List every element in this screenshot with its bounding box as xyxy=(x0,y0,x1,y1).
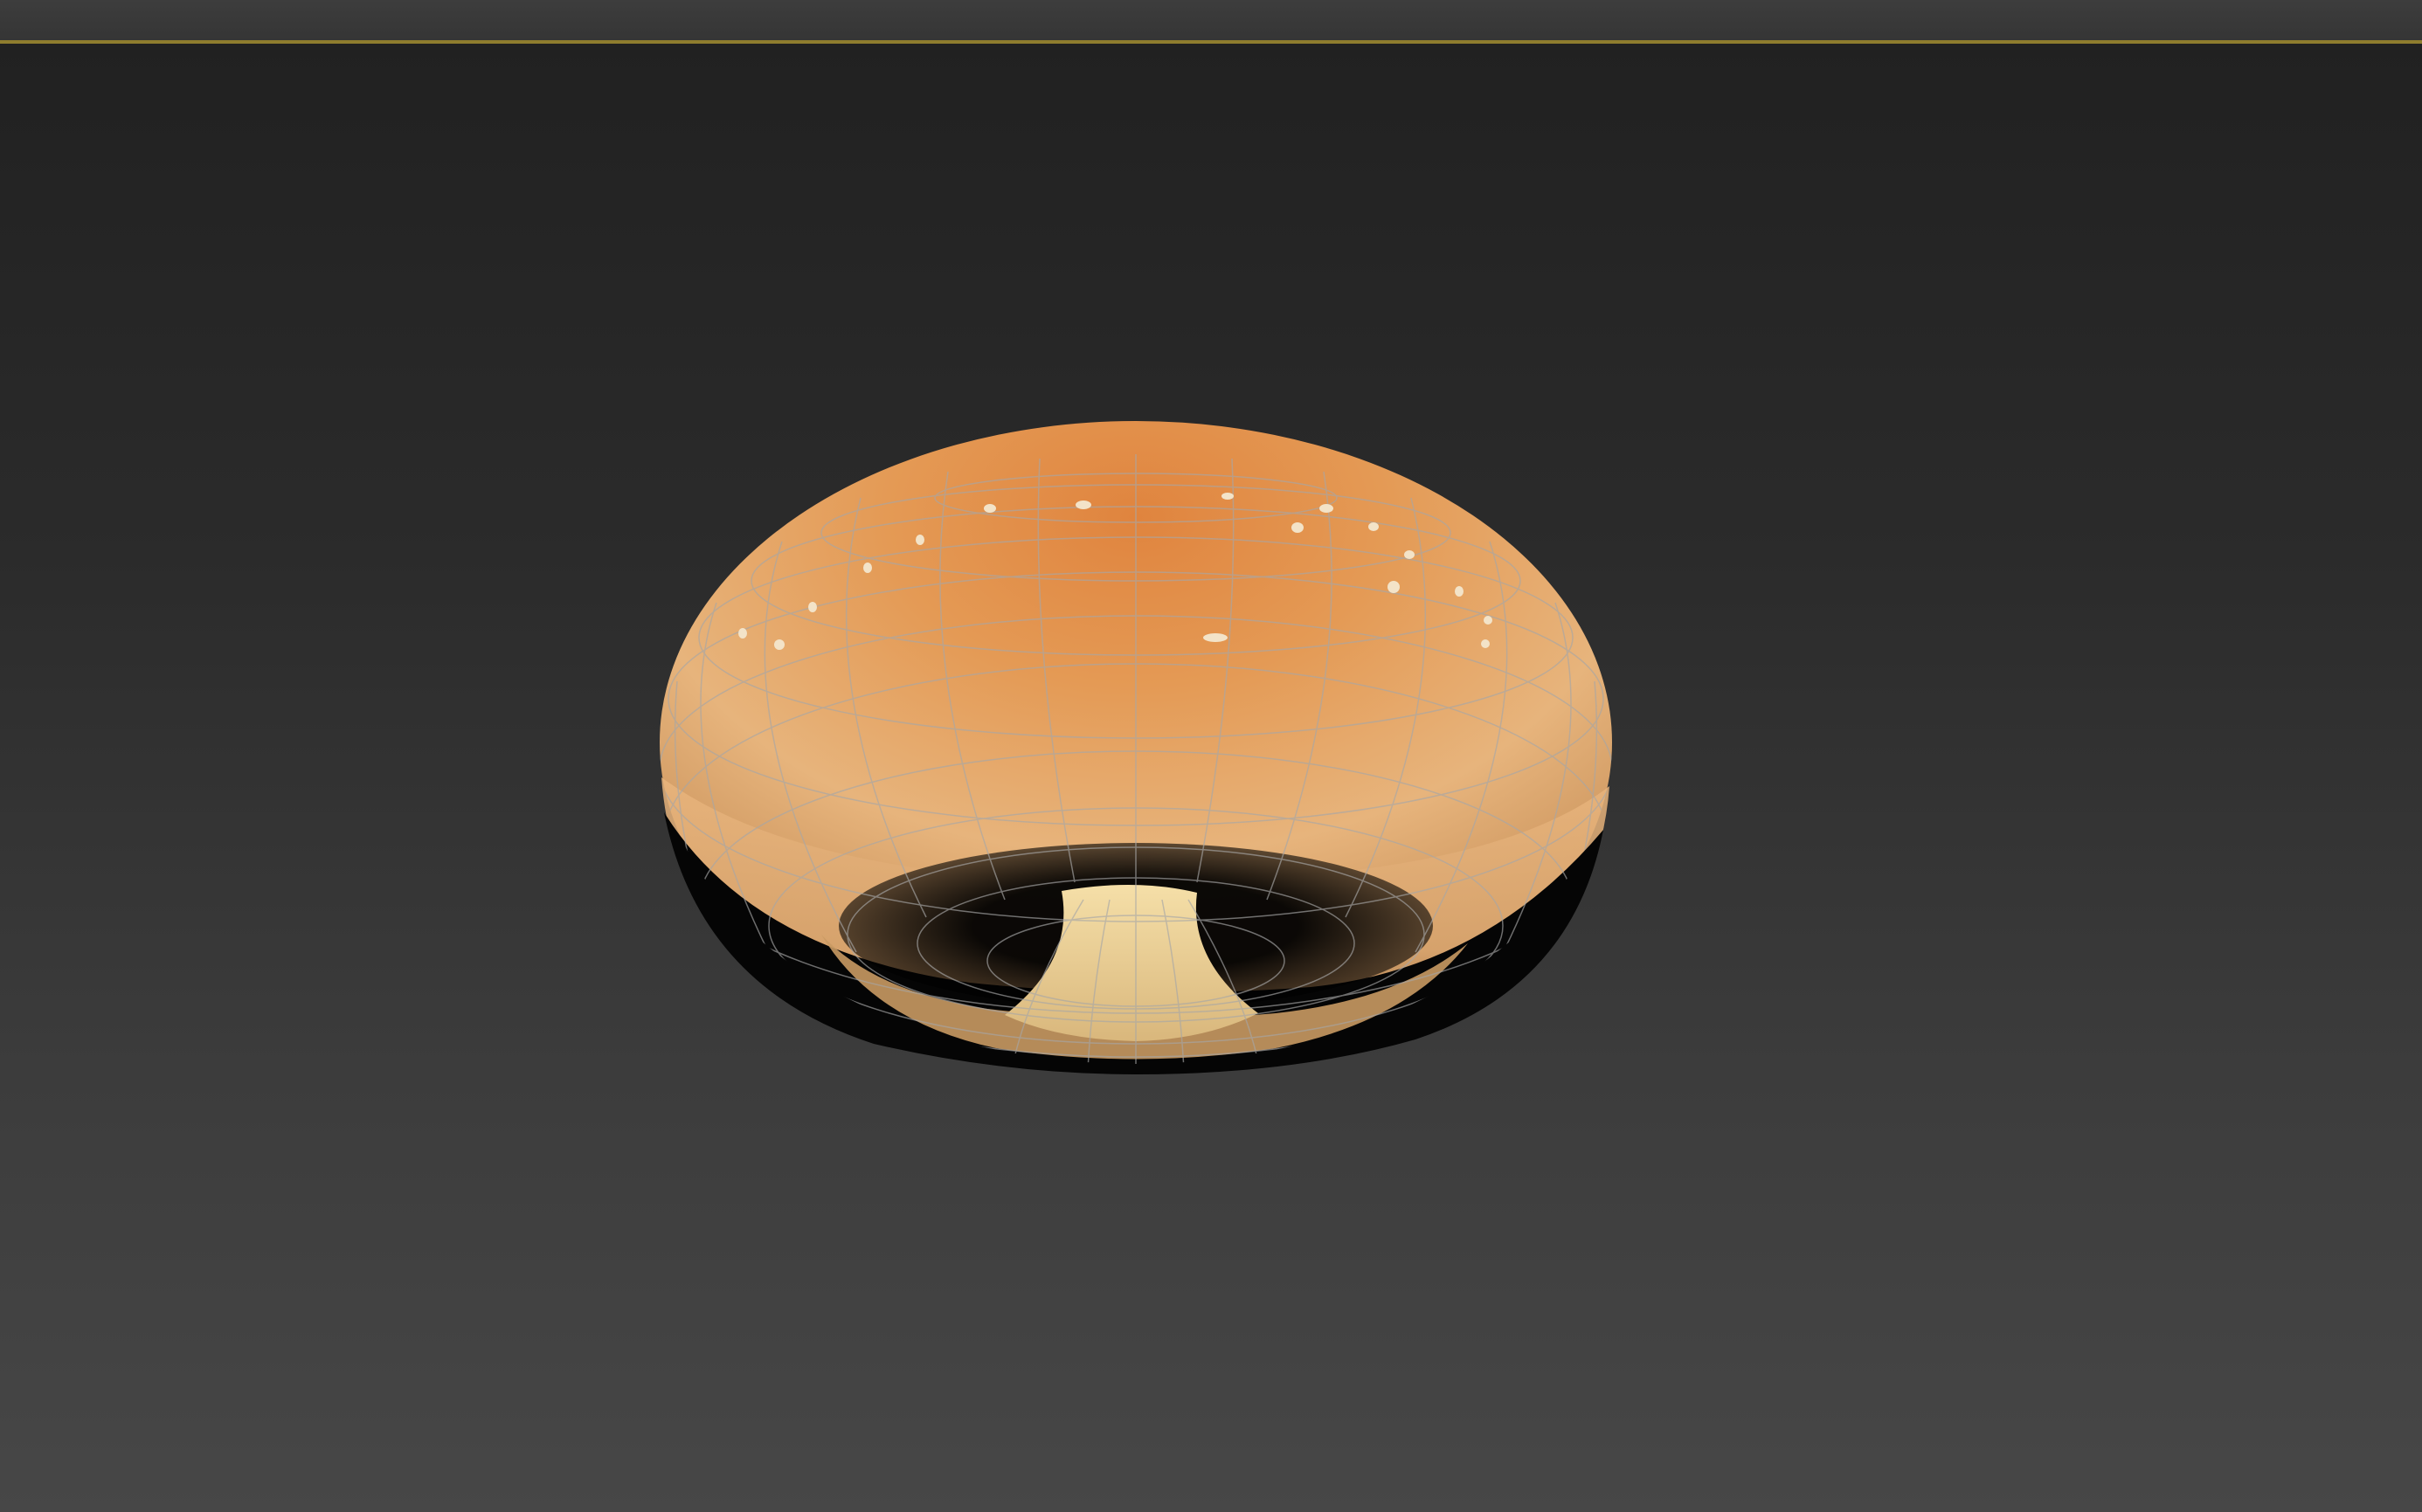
viewport-toolbar-strip xyxy=(0,0,2422,40)
app-window xyxy=(0,0,2422,1512)
viewport-canvas[interactable] xyxy=(0,44,2422,1512)
bun-model[interactable] xyxy=(660,421,1612,1074)
perspective-viewport[interactable] xyxy=(0,44,2422,1512)
